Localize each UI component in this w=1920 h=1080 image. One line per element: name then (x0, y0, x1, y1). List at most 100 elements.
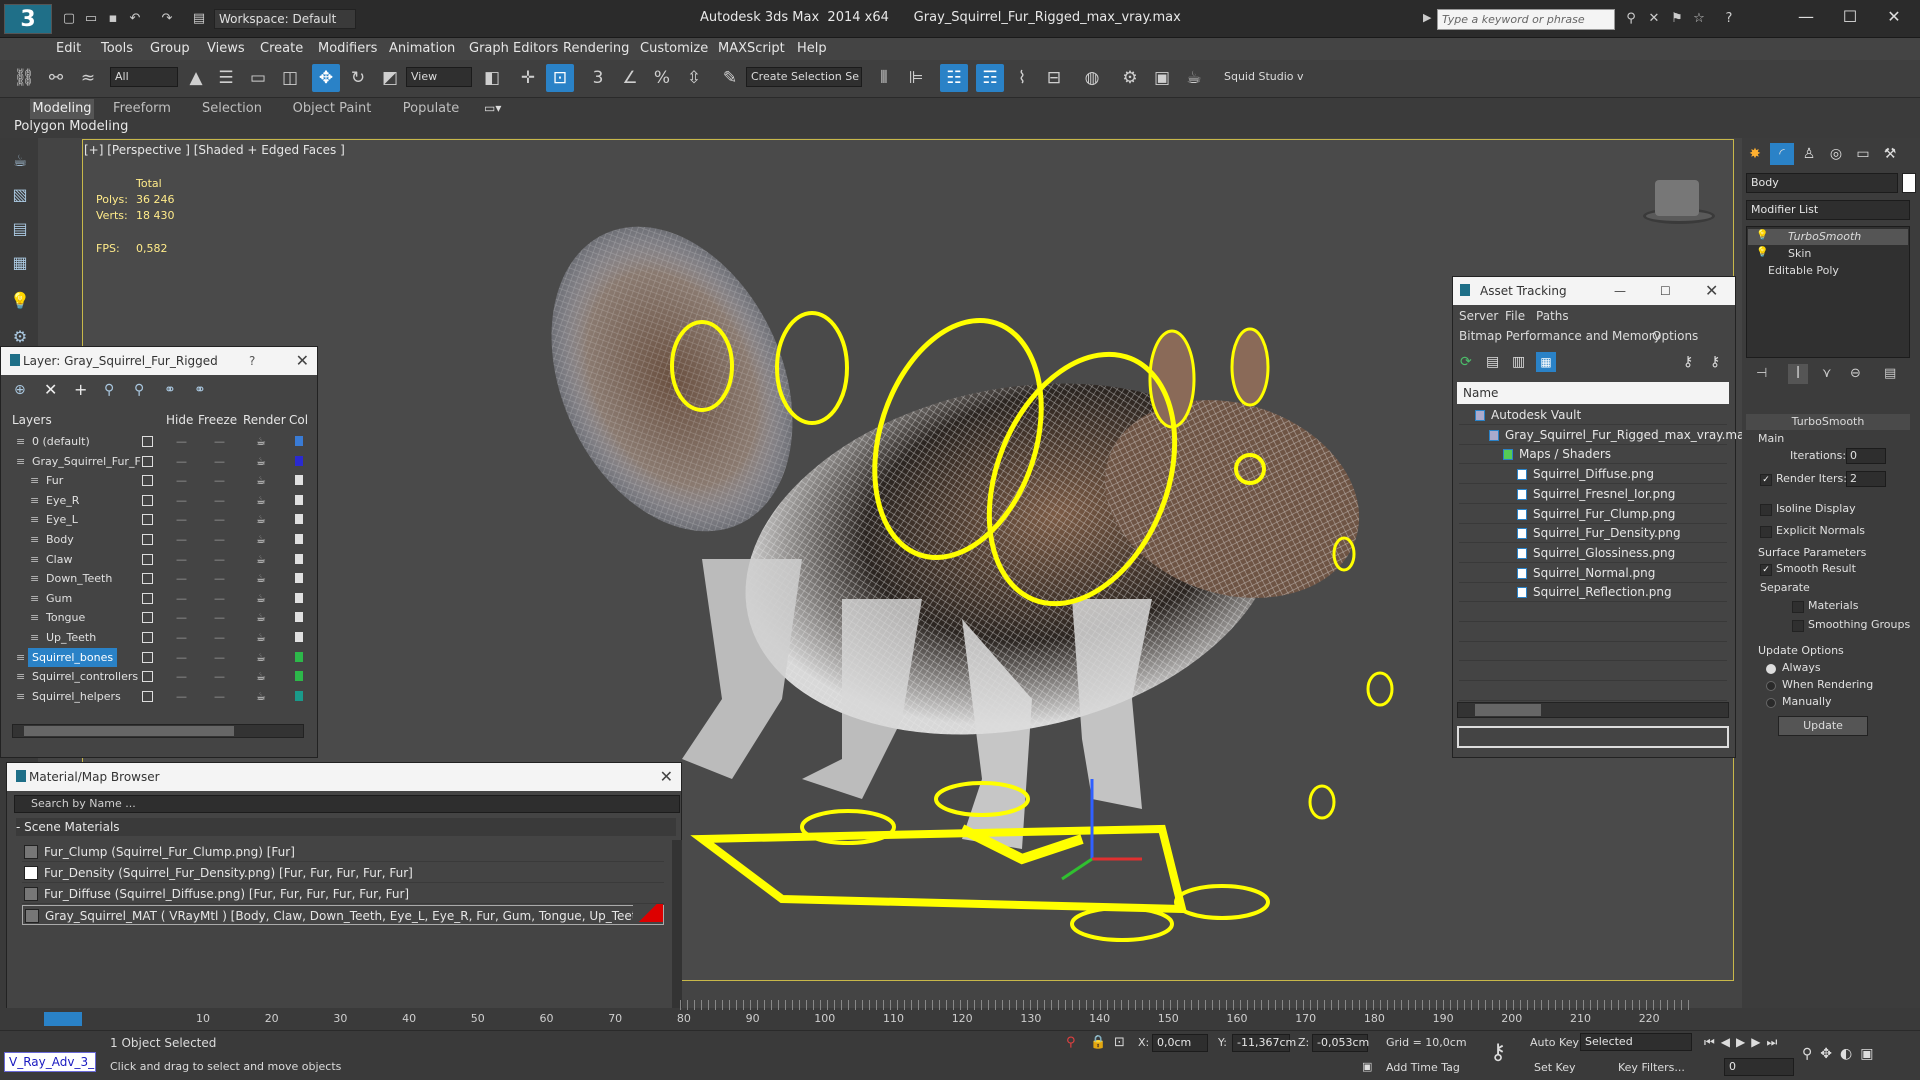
remove-modifier-icon[interactable]: ⊖ (1850, 366, 1861, 381)
hide-toggle[interactable]: — (176, 628, 187, 647)
maxscript-listener[interactable]: V_Ray_Adv_3_ (4, 1052, 96, 1072)
menu-edit[interactable]: Edit (56, 38, 81, 60)
select-layer-icon[interactable]: ⚲ (104, 382, 114, 398)
current-layer-checkbox[interactable] (142, 494, 153, 506)
menu-tools[interactable]: Tools (101, 38, 133, 60)
smoothing-groups-checkbox[interactable] (1792, 620, 1804, 632)
redo-icon[interactable]: ↷ (158, 10, 176, 28)
selection-lock-icon[interactable]: ⚲ (1066, 1035, 1076, 1050)
move-icon[interactable]: ✥ (312, 64, 340, 92)
render-setup-icon[interactable]: ⚙ (1116, 64, 1144, 92)
current-layer-checkbox[interactable] (142, 475, 153, 487)
curve-editor-icon[interactable]: ⌇ (1008, 64, 1036, 92)
named-selection-dropdown[interactable]: Create Selection Se (746, 67, 862, 87)
close-icon[interactable]: ✕ (1874, 4, 1914, 30)
asset-row[interactable]: Maps / Shaders (1459, 445, 1727, 465)
configure-sets-icon[interactable]: ▤ (1884, 366, 1896, 381)
help-icon[interactable]: ? (249, 347, 255, 375)
hide-toggle[interactable]: — (176, 510, 187, 529)
material-row[interactable]: Fur_Diffuse (Squirrel_Diffuse.png) [Fur,… (22, 884, 664, 904)
always-radio[interactable] (1766, 664, 1776, 674)
layer-row[interactable]: Squirrel_bones ≡ — — ☕ (10, 647, 303, 667)
stack-skin[interactable]: Skin (1748, 246, 1908, 262)
tools-icon[interactable]: ✕ (1645, 10, 1663, 28)
current-frame-field[interactable]: 0 (1724, 1058, 1794, 1076)
menu-maxscript[interactable]: MAXScript (718, 38, 785, 60)
new-file-icon[interactable]: ▢ (60, 10, 78, 28)
polygon-modeling-label[interactable]: Polygon Modeling (14, 118, 128, 136)
layer-color-swatch[interactable] (295, 553, 303, 564)
object-name-field[interactable]: Body (1746, 173, 1898, 193)
layer-explorer-icon[interactable]: ☶ (976, 64, 1004, 92)
signin-icon[interactable]: ⚑ (1668, 10, 1686, 28)
current-layer-checkbox[interactable] (142, 592, 153, 604)
current-layer-checkbox[interactable] (142, 534, 153, 545)
render-teapot-icon[interactable]: ☕ (256, 452, 266, 471)
pivot-icon[interactable]: ◧ (478, 64, 506, 92)
stack-editable-poly[interactable]: Editable Poly (1748, 263, 1908, 279)
material-slot-icon[interactable]: ▧ (8, 184, 32, 206)
percent-snap-icon[interactable]: % (648, 64, 676, 92)
bind-spacewarp-icon[interactable]: ≈ (74, 64, 102, 92)
menu-help[interactable]: Help (797, 38, 827, 60)
freeze-toggle[interactable]: — (214, 648, 225, 667)
layer-row[interactable]: Gum ≡ — — ☕ (10, 589, 303, 608)
object-color-swatch[interactable] (1902, 173, 1916, 193)
window-crossing-icon[interactable]: ◫ (276, 64, 304, 92)
asset-row[interactable]: Squirrel_Reflection.png (1459, 583, 1727, 603)
current-layer-checkbox[interactable] (142, 651, 153, 663)
layer-color-swatch[interactable] (295, 475, 303, 486)
current-layer-checkbox[interactable] (142, 553, 153, 565)
current-layer-checkbox[interactable] (142, 671, 153, 683)
explicit-normals-checkbox[interactable] (1760, 526, 1772, 538)
tab-freeform[interactable]: Freeform (110, 99, 174, 119)
layer-row[interactable]: 0 (default) ≡ — — ☕ (10, 432, 303, 451)
angle-snap-icon[interactable]: ∠ (616, 64, 644, 92)
select-by-name-icon[interactable]: ☰ (212, 64, 240, 92)
make-unique-icon[interactable]: ⋎ (1822, 366, 1832, 381)
viewport-nav-controls[interactable]: ⚲✥◐▣ (1802, 1046, 1881, 1062)
manually-radio[interactable] (1766, 698, 1776, 708)
edit-named-selection-icon[interactable]: ✎ (716, 64, 744, 92)
asset-row[interactable]: Gray_Squirrel_Fur_Rigged_max_vray.max (1459, 426, 1752, 445)
x-coordinate-field[interactable]: 0,0cm (1152, 1034, 1208, 1052)
render-teapot-icon[interactable]: ☕ (256, 569, 266, 588)
keyboard-shortcut-icon[interactable]: ⊡ (546, 64, 574, 92)
expand-icon[interactable]: ▶ (1423, 11, 1431, 24)
freeze-toggle[interactable]: — (214, 608, 225, 627)
create-tab-icon[interactable]: ✸ (1743, 143, 1767, 165)
highlight-icon[interactable]: ⚲ (134, 382, 144, 398)
list-view-icon[interactable]: ▤ (1486, 354, 1499, 370)
freeze-all-icon[interactable]: ⚭ (194, 382, 206, 398)
freeze-toggle[interactable]: — (214, 550, 225, 569)
freeze-toggle[interactable]: — (214, 687, 225, 706)
render-teapot-icon[interactable]: ☕ (256, 491, 266, 510)
tab-modeling[interactable]: Modeling (30, 99, 94, 119)
hide-toggle[interactable]: — (176, 687, 187, 706)
layer-color-swatch[interactable] (295, 671, 303, 682)
undo-icon[interactable]: ↶ (126, 10, 144, 28)
render-teapot-icon[interactable]: ☕ (256, 510, 266, 529)
turbosmooth-rollout[interactable]: TurboSmooth (1746, 414, 1910, 430)
render-teapot-icon[interactable]: ☕ (256, 550, 266, 569)
select-manipulate-icon[interactable]: ✛ (514, 64, 542, 92)
selection-filter-dropdown[interactable]: All (110, 67, 178, 87)
col-render[interactable]: Render (243, 410, 286, 430)
unlink-icon[interactable]: ⚯ (42, 64, 70, 92)
viewcube[interactable] (1655, 180, 1699, 216)
layer-color-swatch[interactable] (295, 534, 303, 544)
current-layer-checkbox[interactable] (142, 632, 153, 643)
smooth-result-checkbox[interactable]: ✓ (1760, 564, 1772, 576)
asset-menu-file[interactable]: File (1505, 309, 1525, 323)
select-object-icon[interactable]: ▲ (182, 64, 210, 92)
layer-row[interactable]: Fur ≡ — — ☕ (10, 471, 303, 490)
menu-group[interactable]: Group (150, 38, 190, 60)
scale-icon[interactable]: ◩ (376, 64, 404, 92)
freeze-toggle[interactable]: — (214, 667, 225, 686)
layer-color-swatch[interactable] (295, 690, 303, 701)
materials-checkbox[interactable] (1792, 601, 1804, 613)
menu-rendering[interactable]: Rendering (563, 38, 629, 60)
hide-toggle[interactable]: — (176, 530, 187, 549)
render-teapot-icon[interactable]: ☕ (256, 608, 266, 627)
add-time-tag[interactable]: Add Time Tag (1386, 1058, 1460, 1078)
